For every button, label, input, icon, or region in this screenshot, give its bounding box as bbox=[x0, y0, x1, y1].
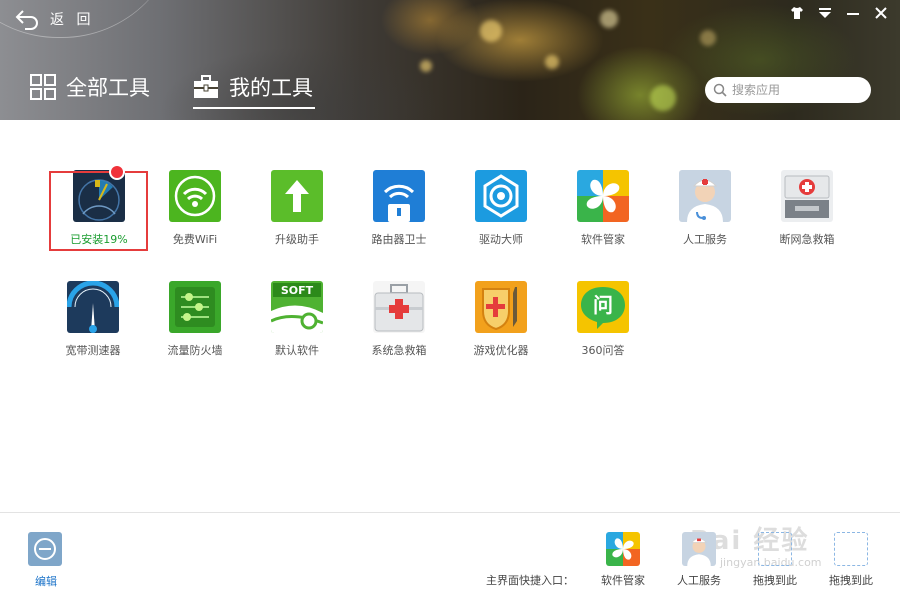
tool-label: 断网急救箱 bbox=[779, 233, 835, 246]
slot-label: 拖拽到此 bbox=[753, 574, 797, 587]
slot-label: 软件管家 bbox=[601, 574, 645, 587]
tool-label: 软件管家 bbox=[581, 233, 625, 246]
tool-360-qa[interactable]: 问 360问答 bbox=[553, 281, 653, 358]
tool-label: 升级助手 bbox=[275, 233, 319, 246]
software-manager-icon bbox=[606, 532, 640, 566]
tab-my-tools[interactable]: 我的工具 bbox=[193, 72, 313, 102]
back-button[interactable]: 返 回 bbox=[14, 8, 94, 30]
tool-label: 路由器卫士 bbox=[371, 233, 427, 246]
bokeh-light bbox=[545, 55, 559, 69]
window-controls bbox=[788, 4, 890, 22]
bokeh-light bbox=[600, 10, 618, 28]
tool-label: 流量防火墙 bbox=[167, 344, 223, 357]
close-icon bbox=[875, 7, 887, 19]
minimize-button[interactable] bbox=[844, 4, 862, 22]
slot-label: 人工服务 bbox=[677, 574, 721, 587]
svg-text:SOFT: SOFT bbox=[281, 284, 314, 297]
system-firstaid-icon bbox=[373, 281, 425, 333]
tool-traffic-firewall[interactable]: 流量防火墙 bbox=[145, 281, 245, 358]
tool-software-manager[interactable]: 软件管家 bbox=[553, 170, 653, 247]
skin-button[interactable] bbox=[788, 4, 806, 22]
tool-label: 默认软件 bbox=[275, 344, 319, 357]
tool-system-firstaid[interactable]: 系统急救箱 bbox=[349, 281, 449, 358]
tab-all-tools[interactable]: 全部工具 bbox=[30, 72, 150, 102]
edit-button[interactable]: 编辑 bbox=[28, 532, 64, 589]
grid-icon bbox=[30, 74, 56, 100]
shortcut-slot-empty[interactable]: 拖拽到此 bbox=[737, 532, 813, 588]
tool-manual-service[interactable]: 人工服务 bbox=[655, 170, 755, 247]
router-guard-icon bbox=[373, 170, 425, 222]
empty-slot-icon bbox=[834, 532, 868, 566]
slot-label: 拖拽到此 bbox=[829, 574, 873, 587]
search-icon bbox=[713, 83, 727, 97]
minimize-icon bbox=[847, 13, 859, 15]
back-label: 返 回 bbox=[50, 12, 95, 28]
footer-divider bbox=[0, 512, 900, 513]
svg-text:问: 问 bbox=[593, 293, 613, 317]
header-banner: 返 回 全部工具 我的工具 bbox=[0, 0, 900, 120]
remove-circle-icon bbox=[28, 532, 62, 566]
tool-router-guard[interactable]: 路由器卫士 bbox=[349, 170, 449, 247]
selection-frame bbox=[49, 171, 148, 251]
tool-label: 驱动大师 bbox=[479, 233, 523, 246]
upgrade-arrow-icon bbox=[271, 170, 323, 222]
tool-label: 人工服务 bbox=[683, 233, 727, 246]
empty-slot-icon bbox=[758, 532, 792, 566]
menu-icon bbox=[819, 8, 831, 18]
doctor-icon bbox=[679, 170, 731, 222]
tool-label: 360问答 bbox=[581, 344, 625, 357]
shortcut-slot-manual-service[interactable]: 人工服务 bbox=[661, 532, 737, 588]
traffic-firewall-icon bbox=[169, 281, 221, 333]
tool-game-optimizer[interactable]: 游戏优化器 bbox=[451, 281, 551, 358]
tool-free-wifi[interactable]: 免费WiFi bbox=[145, 170, 245, 247]
search-box[interactable] bbox=[705, 77, 871, 103]
edit-label: 编辑 bbox=[35, 575, 57, 588]
network-firstaid-icon bbox=[781, 170, 833, 222]
qa-icon: 问 bbox=[577, 281, 629, 333]
doctor-icon bbox=[682, 532, 716, 566]
tool-label: 游戏优化器 bbox=[473, 344, 529, 357]
shortcut-slot-software-manager[interactable]: 软件管家 bbox=[585, 532, 661, 588]
game-optimizer-icon bbox=[475, 281, 527, 333]
shortcut-slot-empty[interactable]: 拖拽到此 bbox=[813, 532, 889, 588]
soft-default-icon: SOFT bbox=[271, 281, 323, 333]
bokeh-light bbox=[420, 60, 432, 72]
bokeh-light bbox=[700, 30, 716, 46]
tool-label: 系统急救箱 bbox=[371, 344, 427, 357]
tab-my-tools-label: 我的工具 bbox=[229, 76, 313, 100]
tool-label: 宽带测速器 bbox=[65, 344, 121, 357]
bokeh-light bbox=[650, 85, 676, 111]
driver-gear-icon bbox=[475, 170, 527, 222]
tab-all-tools-label: 全部工具 bbox=[66, 76, 150, 100]
wifi-icon bbox=[169, 170, 221, 222]
bokeh-light bbox=[480, 20, 502, 42]
active-tab-indicator bbox=[193, 107, 315, 109]
tool-driver-master[interactable]: 驱动大师 bbox=[451, 170, 551, 247]
tool-network-firstaid[interactable]: 断网急救箱 bbox=[757, 170, 857, 247]
skin-icon bbox=[791, 7, 803, 19]
tool-speed-tester[interactable]: 宽带测速器 bbox=[43, 281, 143, 358]
shortcut-title: 主界面快捷入口： bbox=[486, 574, 574, 587]
back-arrow-icon bbox=[15, 10, 38, 30]
tool-label: 免费WiFi bbox=[172, 233, 218, 246]
search-input[interactable] bbox=[732, 83, 862, 97]
menu-button[interactable] bbox=[816, 4, 834, 22]
tool-upgrade-assistant[interactable]: 升级助手 bbox=[247, 170, 347, 247]
notification-dot bbox=[109, 164, 125, 180]
tool-default-software[interactable]: SOFT 默认软件 bbox=[247, 281, 347, 358]
close-button[interactable] bbox=[872, 4, 890, 22]
toolbox-icon bbox=[194, 75, 218, 98]
software-manager-icon bbox=[577, 170, 629, 222]
speedometer-icon bbox=[67, 281, 119, 333]
